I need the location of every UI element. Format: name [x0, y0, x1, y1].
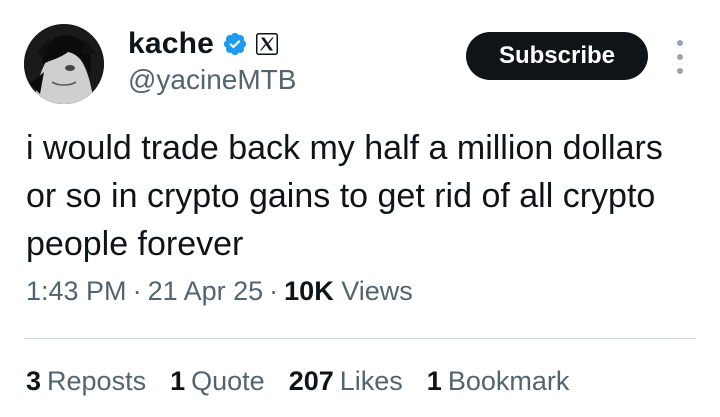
author-display-name[interactable]: kache: [128, 27, 214, 61]
reposts-count: 3: [26, 366, 42, 396]
likes-stat[interactable]: 207 Likes: [289, 366, 403, 397]
reposts-label: Reposts: [47, 366, 147, 396]
author-handle[interactable]: @yacineMTB: [128, 64, 296, 96]
tweet-date[interactable]: 21 Apr 25: [148, 276, 264, 306]
more-dot: [677, 68, 683, 74]
author-name-row: kache: [128, 26, 279, 62]
engagement-stats: 3 Reposts 1 Quote 207 Likes 1 Bookmark: [26, 366, 593, 397]
avatar-image: [24, 24, 104, 104]
tweet-card: kache @yacineMTB Subscribe i would trade…: [0, 0, 720, 417]
views-label: Views: [341, 276, 413, 306]
meta-separator: ·: [269, 276, 279, 306]
quotes-stat[interactable]: 1 Quote: [170, 366, 265, 397]
avatar[interactable]: [24, 24, 104, 104]
bookmarks-label: Bookmark: [447, 366, 570, 396]
divider: [24, 338, 696, 339]
meta-separator: ·: [132, 276, 142, 306]
quotes-label: Quote: [191, 366, 265, 396]
verified-badge-icon[interactable]: [222, 31, 248, 57]
tweet-metadata: 1:43 PM · 21 Apr 25 · 10K Views: [26, 276, 413, 307]
subscribe-button[interactable]: Subscribe: [466, 32, 648, 80]
tweet-time[interactable]: 1:43 PM: [26, 276, 127, 306]
reposts-stat[interactable]: 3 Reposts: [26, 366, 146, 397]
likes-label: Likes: [339, 366, 403, 396]
bookmarks-stat[interactable]: 1 Bookmark: [427, 366, 570, 397]
more-dot: [677, 40, 683, 46]
bookmarks-count: 1: [426, 366, 442, 396]
views-count: 10K: [284, 276, 334, 306]
more-vertical-icon[interactable]: [672, 40, 688, 74]
x-logo-icon[interactable]: [256, 33, 279, 55]
tweet-text: i would trade back my half a million dol…: [26, 129, 663, 263]
more-dot: [677, 54, 683, 60]
likes-count: 207: [288, 366, 334, 396]
quotes-count: 1: [170, 366, 186, 396]
